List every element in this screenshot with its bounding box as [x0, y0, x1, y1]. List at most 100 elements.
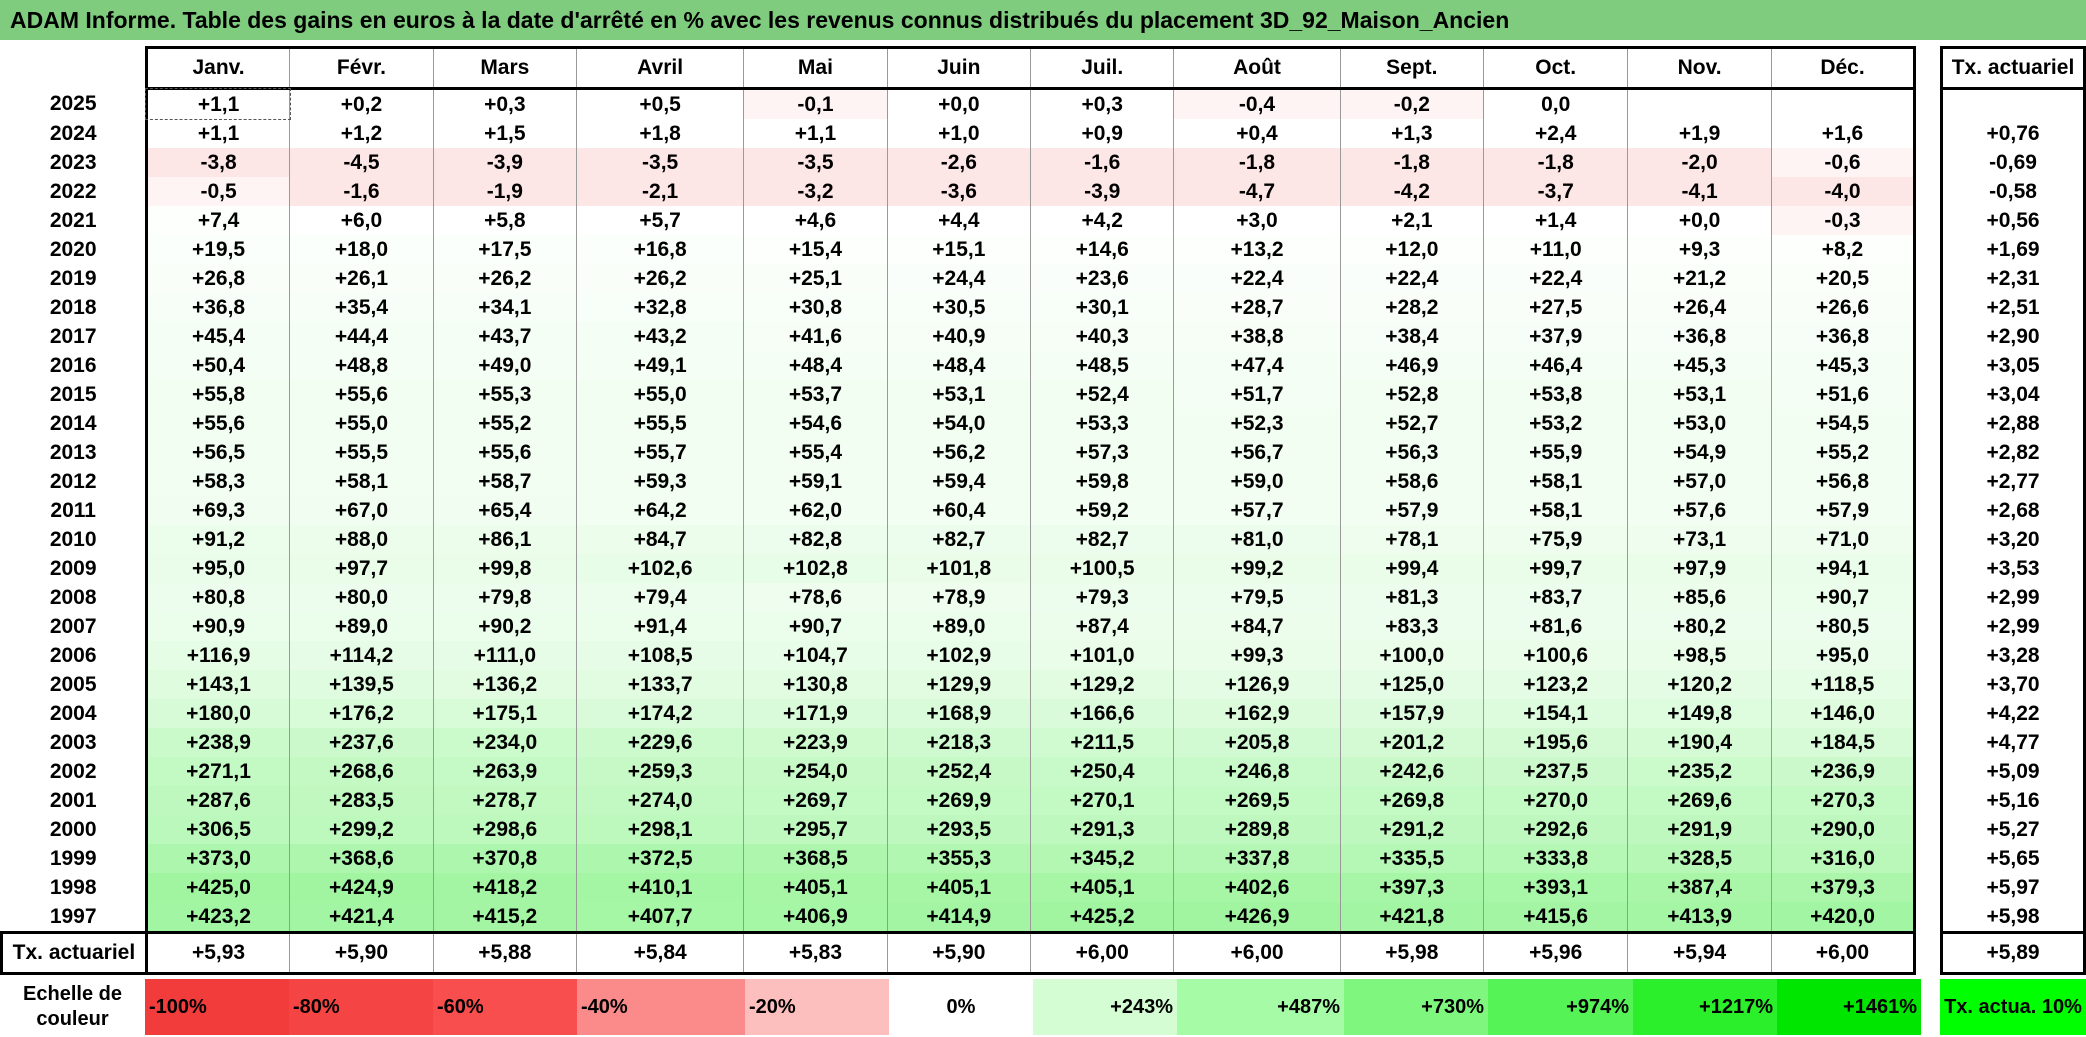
year-row: 2012 +58,3 +58,1 +58,7 +59,3 +59,1 +59,4 +59,8 +… [2, 467, 2086, 496]
gain-cell: +195,6 [1483, 728, 1628, 757]
month-header: Avril [576, 46, 744, 90]
gains-table: Janv. Févr. Mars Avril Mai Juin Juil. Août Sept.… [0, 46, 2086, 975]
year-label: 2013 [49, 440, 97, 464]
gain-cell: +123,2 [1483, 670, 1628, 699]
gain-cell: +80,8 [144, 583, 290, 612]
gain-cell: +355,3 [886, 844, 1031, 873]
gain-cell: +102,8 [743, 554, 888, 583]
gain-cell: +47,4 [1173, 351, 1341, 380]
year-row: 2015 +55,8 +55,6 +55,3 +55,0 +53,7 +53,1 +52,4 +… [2, 380, 2086, 409]
gain-cell: +83,3 [1339, 612, 1484, 641]
column-gap [1914, 409, 1942, 438]
gain-cell: -4,7 [1173, 177, 1341, 206]
gain-cell: +218,3 [886, 728, 1031, 757]
color-scale-label: Echelle de couleur [23, 983, 122, 1030]
gain-cell: +269,7 [743, 786, 888, 815]
year-row: 2018 +36,8 +35,4 +34,1 +32,8 +30,8 +30,5 +30,1 +… [2, 293, 2086, 322]
gain-cell: +44,4 [289, 322, 434, 351]
column-gap [1914, 844, 1942, 873]
gain-cell: +89,0 [289, 612, 434, 641]
gain-cell: +4,6 [743, 206, 888, 235]
year-label: 2004 [49, 701, 97, 725]
gain-cell: +283,5 [289, 786, 434, 815]
gain-cell: +190,4 [1627, 728, 1772, 757]
gain-cell: +49,1 [576, 351, 744, 380]
column-gap [1914, 264, 1942, 293]
rate-scale-swatch: Tx. actua. 10% [1940, 979, 2086, 1035]
total-rate-cell: +5,94 [1627, 931, 1772, 975]
gain-cell: +85,6 [1627, 583, 1772, 612]
gain-cell: +298,6 [432, 815, 577, 844]
gain-cell: +108,5 [576, 641, 744, 670]
gain-cell: -0,2 [1339, 88, 1484, 119]
rate-cell: -0,58 [1940, 177, 2086, 206]
year-label: 2003 [49, 730, 97, 754]
column-gap [1914, 148, 1942, 177]
gain-cell: +271,1 [144, 757, 290, 786]
gain-cell: -1,8 [1339, 148, 1484, 177]
total-rate-cell: +6,00 [1030, 931, 1174, 975]
gain-cell: +7,4 [144, 206, 290, 235]
year-row: 2002 +271,1 +268,6 +263,9 +259,3 +254,0 +252,4… [2, 757, 2086, 786]
gain-cell: -3,6 [886, 177, 1031, 206]
gain-cell: +0,0 [1627, 206, 1772, 235]
gain-cell: -0,3 [1770, 206, 1917, 235]
total-rate-cell: +5,84 [576, 931, 744, 975]
gain-cell: +69,3 [144, 496, 290, 525]
gain-cell: +22,4 [1339, 264, 1484, 293]
gain-cell: +79,4 [576, 583, 744, 612]
gain-cell: +26,4 [1627, 293, 1772, 322]
gain-cell: +211,5 [1030, 728, 1174, 757]
rate-cell: +4,22 [1940, 699, 2086, 728]
gain-cell: +89,0 [886, 612, 1031, 641]
gain-cell: +30,8 [743, 293, 888, 322]
gain-cell: +268,6 [289, 757, 434, 786]
gain-cell: +406,9 [743, 902, 888, 934]
gain-cell: +56,3 [1339, 438, 1484, 467]
gain-cell: +90,7 [1770, 583, 1917, 612]
gain-cell: +99,7 [1483, 554, 1628, 583]
gain-cell: +407,7 [576, 902, 744, 934]
gain-cell: +333,8 [1483, 844, 1628, 873]
gain-cell: +3,0 [1173, 206, 1341, 235]
rate-cell: +2,99 [1940, 583, 2086, 612]
gain-cell: +175,1 [432, 699, 577, 728]
gain-cell: +78,1 [1339, 525, 1484, 554]
gain-cell: +73,1 [1627, 525, 1772, 554]
month-header: Févr. [289, 46, 434, 90]
gain-cell: +292,6 [1483, 815, 1628, 844]
gain-cell: +372,5 [576, 844, 744, 873]
color-scale-swatch: +487% [1177, 979, 1344, 1035]
gain-cell: -2,6 [886, 148, 1031, 177]
gain-cell: +269,9 [886, 786, 1031, 815]
column-gap [1914, 235, 1942, 264]
gain-cell: +28,7 [1173, 293, 1341, 322]
gain-cell: -0,1 [743, 88, 888, 119]
gain-cell: +269,5 [1173, 786, 1341, 815]
year-row: 2017 +45,4 +44,4 +43,7 +43,2 +41,6 +40,9 +40,3 +… [2, 322, 2086, 351]
column-gap [1914, 932, 1942, 974]
gain-cell: +95,0 [144, 554, 290, 583]
rate-cell: +4,77 [1940, 728, 2086, 757]
total-rate-cell: +5,83 [743, 931, 888, 975]
gain-cell: +64,2 [576, 496, 744, 525]
year-row: 2020 +19,5 +18,0 +17,5 +16,8 +15,4 +15,1 +14,6 +… [2, 235, 2086, 264]
gain-cell: +101,8 [886, 554, 1031, 583]
year-row: 2016 +50,4 +48,8 +49,0 +49,1 +48,4 +48,4 +48,5 +… [2, 351, 2086, 380]
gain-cell: -4,1 [1627, 177, 1772, 206]
gain-cell: +154,1 [1483, 699, 1628, 728]
gain-cell: +180,0 [144, 699, 290, 728]
gain-cell: -4,2 [1339, 177, 1484, 206]
gain-cell: -3,9 [1030, 177, 1174, 206]
gain-cell: +46,4 [1483, 351, 1628, 380]
gain-cell: +289,8 [1173, 815, 1341, 844]
gain-cell: +291,9 [1627, 815, 1772, 844]
gain-cell: +235,2 [1627, 757, 1772, 786]
gain-cell: +55,3 [432, 380, 577, 409]
gain-cell: +16,8 [576, 235, 744, 264]
gain-cell: +259,3 [576, 757, 744, 786]
column-gap [1914, 728, 1942, 757]
gain-cell: +270,1 [1030, 786, 1174, 815]
gain-cell: -3,8 [144, 148, 290, 177]
month-header: Juil. [1030, 46, 1174, 90]
